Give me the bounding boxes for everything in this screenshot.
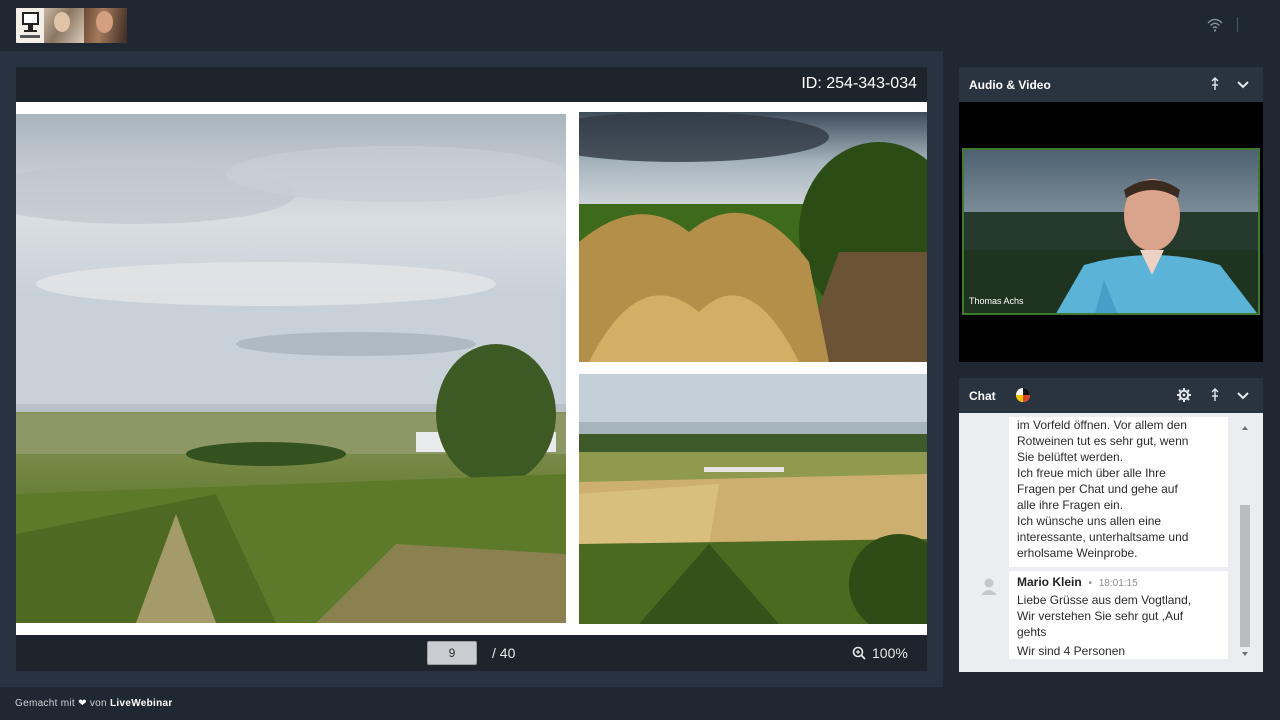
flag-badge-icon: [1016, 388, 1030, 402]
detach-icon[interactable]: [1207, 387, 1223, 403]
message-line: Ich wünsche uns allen eine: [1017, 514, 1162, 528]
chevron-down-icon[interactable]: [1235, 76, 1251, 92]
message-time: 18:01:15: [1098, 578, 1138, 589]
presentation-panel: ID: 254-343-034 9 / 40 100%: [16, 67, 927, 671]
audio-video-panel: Thomas Achs: [959, 102, 1263, 362]
chat-message: im Vorfeld öffnen. Vor allem den Rotwein…: [1009, 417, 1228, 567]
chat-message: Mario Klein • 18:01:15 Liebe Grüsse aus …: [1009, 571, 1228, 659]
message-line: Rotweinen tut es sehr gut, wenn: [1017, 434, 1189, 448]
footer: Gemacht mit ❤ von LiveWebinar: [0, 687, 1280, 720]
zoom-level[interactable]: 100%: [872, 645, 908, 661]
zoom-icon[interactable]: [852, 646, 866, 660]
gear-icon[interactable]: [1176, 387, 1192, 403]
heart-icon: ❤: [78, 698, 87, 709]
page-total: / 40: [492, 645, 516, 661]
presentation-footer: 9 / 40 100%: [16, 635, 927, 671]
footer-credit[interactable]: Gemacht mit ❤ von LiveWebinar: [15, 698, 173, 709]
message-line: im Vorfeld öffnen. Vor allem den: [1017, 418, 1187, 432]
field-photo-bottom-right: [579, 374, 927, 624]
footer-brand[interactable]: LiveWebinar: [110, 698, 173, 709]
message-line: erholsame Weinprobe.: [1017, 546, 1138, 560]
presentation-header: ID: 254-343-034: [16, 67, 927, 102]
participant-name: Thomas Achs: [969, 296, 1024, 306]
message-line: Liebe Grüsse aus dem Vogtland,: [1017, 593, 1192, 607]
message-line: alle ihre Fragen ein.: [1017, 498, 1124, 512]
user-avatar-icon: [981, 578, 997, 595]
wifi-icon[interactable]: [1207, 17, 1223, 33]
message-line: Wir verstehen Sie sehr gut ,Auf: [1017, 609, 1184, 623]
vineyard-photo-left: [16, 114, 566, 623]
grass-photo-top-right: [579, 112, 927, 362]
message-line: Sie belüftet werden.: [1017, 450, 1124, 464]
message-time-separator: •: [1085, 578, 1095, 589]
message-line: Wir sind 4 Personen: [1017, 644, 1126, 658]
message-author: Mario Klein: [1017, 575, 1082, 589]
message-line: Fragen per Chat und gehe auf: [1017, 482, 1178, 496]
topbar-divider: [1237, 17, 1238, 32]
participant-video[interactable]: Thomas Achs: [962, 148, 1260, 315]
message-line: gehts: [1017, 625, 1047, 639]
company-logo: [16, 8, 127, 43]
message-line: Ich freue mich über alle Ihre: [1017, 466, 1166, 480]
chat-scrollbar-thumb[interactable]: [1240, 505, 1250, 647]
chat-title: Chat: [969, 389, 996, 403]
chat-header: Chat: [959, 378, 1263, 413]
chevron-down-icon[interactable]: [1235, 387, 1251, 403]
meeting-id: ID: 254-343-034: [801, 75, 917, 92]
top-bar: [0, 0, 1280, 51]
video-frame: [964, 150, 1258, 313]
detach-icon[interactable]: [1207, 76, 1223, 92]
audio-video-header: Audio & Video: [959, 67, 1263, 102]
chat-panel: im Vorfeld öffnen. Vor allem den Rotwein…: [959, 413, 1263, 672]
message-line: interessante, unterhaltsame und: [1017, 530, 1189, 544]
presentation-slide: [16, 102, 927, 635]
page-number-input[interactable]: 9: [427, 641, 477, 665]
footer-by: von: [89, 698, 107, 709]
audio-video-title: Audio & Video: [969, 78, 1051, 92]
footer-prefix: Gemacht mit: [15, 698, 75, 709]
